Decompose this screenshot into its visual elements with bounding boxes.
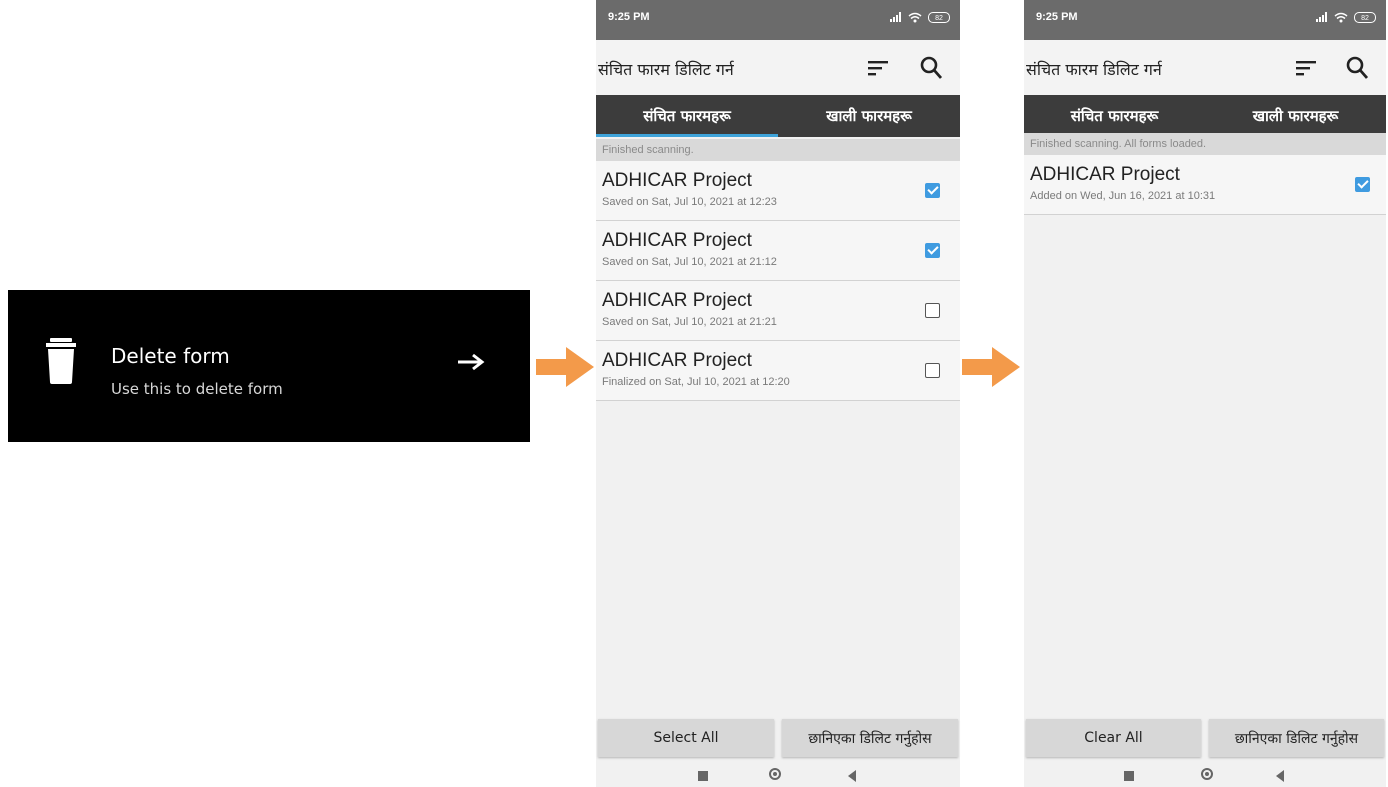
battery-level: 82 xyxy=(1361,14,1369,22)
list-item[interactable]: ADHICAR Project Saved on Sat, Jul 10, 20… xyxy=(596,161,960,221)
app-title: संचित फारम डिलिट गर्न xyxy=(1026,60,1162,79)
form-checkbox[interactable] xyxy=(925,303,940,318)
form-date: Saved on Sat, Jul 10, 2021 at 12:23 xyxy=(602,196,777,208)
form-name: ADHICAR Project xyxy=(602,170,752,191)
form-name: ADHICAR Project xyxy=(602,350,752,371)
screen-saved-forms: 9:25 PM 82 संचित फारम डिलिट गर्न संचित फ… xyxy=(596,0,960,787)
flow-arrow-icon xyxy=(962,347,1020,387)
wifi-icon xyxy=(1334,12,1348,22)
search-icon[interactable] xyxy=(920,56,942,80)
bottom-actions: Clear All छानिएका डिलिट गर्नुहोस xyxy=(1024,719,1386,757)
home-icon[interactable] xyxy=(1201,768,1213,780)
system-nav-bar xyxy=(1024,765,1386,787)
battery-icon: 82 xyxy=(1354,11,1376,23)
signal-icon xyxy=(890,12,901,22)
tab-saved-forms[interactable]: संचित फारमहरू xyxy=(1024,95,1205,137)
status-time: 9:25 PM xyxy=(608,11,650,23)
app-bar: संचित फारम डिलिट गर्न xyxy=(1024,40,1386,95)
status-bar: 9:25 PM 82 xyxy=(1024,0,1386,40)
list-item[interactable]: ADHICAR Project Added on Wed, Jun 16, 20… xyxy=(1024,155,1386,215)
battery-level: 82 xyxy=(935,14,943,22)
form-name: ADHICAR Project xyxy=(602,230,752,251)
delete-selected-button[interactable]: छानिएका डिलिट गर्नुहोस xyxy=(782,719,958,757)
back-icon[interactable] xyxy=(1276,770,1284,782)
sort-icon[interactable] xyxy=(868,60,890,76)
list-item[interactable]: ADHICAR Project Finalized on Sat, Jul 10… xyxy=(596,341,960,401)
screen-blank-forms: 9:25 PM 82 संचित फारम डिलिट गर्न संचित फ… xyxy=(1024,0,1386,787)
form-list: ADHICAR Project Added on Wed, Jun 16, 20… xyxy=(1024,155,1386,215)
home-icon[interactable] xyxy=(769,768,781,780)
status-time: 9:25 PM xyxy=(1036,11,1078,23)
app-bar: संचित फारम डिलिट गर्न xyxy=(596,40,960,95)
scan-status: Finished scanning. xyxy=(596,139,960,161)
form-name: ADHICAR Project xyxy=(1030,164,1180,185)
status-bar: 9:25 PM 82 xyxy=(596,0,960,40)
form-name: ADHICAR Project xyxy=(602,290,752,311)
bottom-actions: Select All छानिएका डिलिट गर्नुहोस xyxy=(596,719,960,757)
tab-blank-forms[interactable]: खाली फारमहरू xyxy=(1205,95,1386,137)
signal-icon xyxy=(1316,12,1327,22)
flow-arrow-icon xyxy=(536,347,594,387)
right-arrow-icon xyxy=(458,353,485,371)
trash-icon xyxy=(46,338,76,384)
form-date: Saved on Sat, Jul 10, 2021 at 21:12 xyxy=(602,256,777,268)
delete-form-menu-item[interactable]: Delete form Use this to delete form xyxy=(8,290,530,442)
back-icon[interactable] xyxy=(848,770,856,782)
tab-bar: संचित फारमहरू खाली फारमहरू xyxy=(1024,95,1386,137)
form-checkbox[interactable] xyxy=(1355,177,1370,192)
app-title: संचित फारम डिलिट गर्न xyxy=(598,60,734,79)
clear-all-button[interactable]: Clear All xyxy=(1026,719,1201,757)
scan-status: Finished scanning. All forms loaded. xyxy=(1024,133,1386,155)
list-item[interactable]: ADHICAR Project Saved on Sat, Jul 10, 20… xyxy=(596,281,960,341)
tab-bar: संचित फारमहरू खाली फारमहरू xyxy=(596,95,960,137)
tab-saved-forms[interactable]: संचित फारमहरू xyxy=(596,95,778,137)
form-date: Saved on Sat, Jul 10, 2021 at 21:21 xyxy=(602,316,777,328)
recents-icon[interactable] xyxy=(698,771,708,781)
form-checkbox[interactable] xyxy=(925,243,940,258)
menu-item-title: Delete form xyxy=(111,344,230,368)
form-checkbox[interactable] xyxy=(925,363,940,378)
system-nav-bar xyxy=(596,765,960,787)
search-icon[interactable] xyxy=(1346,56,1368,80)
tab-blank-forms[interactable]: खाली फारमहरू xyxy=(778,95,960,137)
form-date: Finalized on Sat, Jul 10, 2021 at 12:20 xyxy=(602,376,790,388)
battery-icon: 82 xyxy=(928,11,950,23)
form-list: ADHICAR Project Saved on Sat, Jul 10, 20… xyxy=(596,161,960,401)
menu-item-subtitle: Use this to delete form xyxy=(111,380,283,398)
form-date: Added on Wed, Jun 16, 2021 at 10:31 xyxy=(1030,190,1216,202)
delete-selected-button[interactable]: छानिएका डिलिट गर्नुहोस xyxy=(1209,719,1384,757)
select-all-button[interactable]: Select All xyxy=(598,719,774,757)
form-checkbox[interactable] xyxy=(925,183,940,198)
sort-icon[interactable] xyxy=(1296,60,1318,76)
list-item[interactable]: ADHICAR Project Saved on Sat, Jul 10, 20… xyxy=(596,221,960,281)
wifi-icon xyxy=(908,12,922,22)
recents-icon[interactable] xyxy=(1124,771,1134,781)
